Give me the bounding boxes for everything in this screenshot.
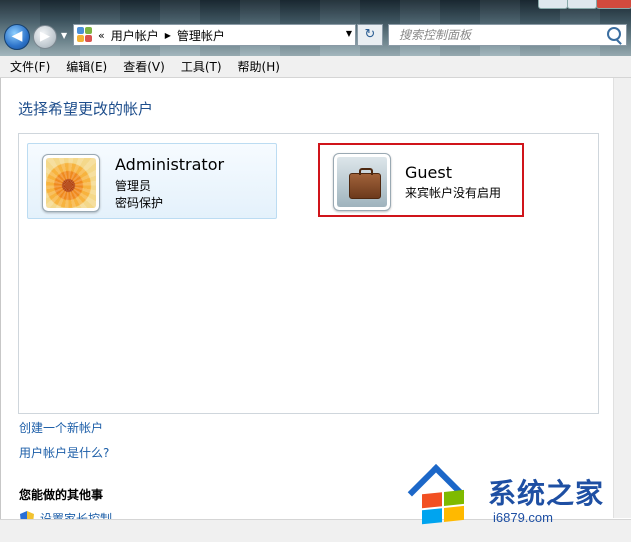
- close-button[interactable]: [596, 0, 631, 9]
- breadcrumb-manage-accounts[interactable]: 管理帐户: [177, 27, 225, 44]
- watermark-title: 系统之家: [488, 477, 605, 510]
- flower-picture-icon: [46, 158, 96, 208]
- control-panel-icon: [77, 27, 93, 43]
- window-titlebar: ◀ ▶ ▼ « 用户帐户 ▶ 管理帐户 ▼ ↻ 搜索控制面板: [0, 0, 631, 56]
- minimize-button[interactable]: [538, 0, 568, 9]
- refresh-icon: ↻: [364, 27, 376, 42]
- breadcrumb-separator-icon[interactable]: ▶: [165, 31, 171, 40]
- address-bar[interactable]: « 用户帐户 ▶ 管理帐户 ▼: [73, 24, 356, 46]
- back-arrow-icon: ◀: [11, 28, 23, 44]
- search-placeholder: 搜索控制面板: [399, 28, 472, 42]
- watermark-url: i6879.com: [493, 510, 553, 525]
- suitcase-picture-icon: [337, 157, 387, 207]
- watermark: 系统之家 i6879.com: [400, 458, 625, 530]
- account-avatar: [333, 153, 391, 211]
- breadcrumb-overflow[interactable]: «: [98, 29, 105, 42]
- menu-bar: 文件(F) 编辑(E) 查看(V) 工具(T) 帮助(H): [0, 56, 631, 78]
- create-account-link[interactable]: 创建一个新帐户: [19, 419, 103, 436]
- search-icon[interactable]: [607, 27, 621, 41]
- forward-button[interactable]: ▶: [33, 25, 57, 49]
- refresh-button[interactable]: ↻: [357, 24, 383, 46]
- account-name: Administrator: [115, 155, 225, 174]
- back-button[interactable]: ◀: [4, 24, 30, 50]
- account-status: 来宾帐户没有启用: [405, 186, 502, 200]
- menu-help[interactable]: 帮助(H): [238, 58, 280, 75]
- search-input[interactable]: 搜索控制面板: [388, 24, 627, 46]
- house-logo-icon: [400, 464, 478, 526]
- account-type: 管理员: [115, 179, 152, 193]
- breadcrumb-user-accounts[interactable]: 用户帐户: [111, 27, 159, 44]
- vertical-scrollbar[interactable]: [613, 78, 631, 518]
- page-title: 选择希望更改的帐户: [18, 100, 154, 118]
- account-tile-administrator[interactable]: Administrator 管理员 密码保护: [27, 143, 277, 219]
- other-tasks-heading: 您能做的其他事: [19, 488, 104, 502]
- recent-pages-dropdown[interactable]: ▼: [61, 31, 67, 40]
- forward-arrow-icon: ▶: [40, 29, 50, 44]
- account-avatar: [42, 154, 100, 212]
- menu-view[interactable]: 查看(V): [123, 58, 165, 75]
- address-dropdown-icon[interactable]: ▼: [346, 29, 352, 38]
- what-is-user-account-link[interactable]: 用户帐户是什么?: [19, 444, 109, 461]
- menu-edit[interactable]: 编辑(E): [66, 58, 107, 75]
- menu-tools[interactable]: 工具(T): [181, 58, 222, 75]
- menu-file[interactable]: 文件(F): [10, 58, 50, 75]
- account-tile-guest[interactable]: Guest 来宾帐户没有启用: [318, 143, 524, 217]
- maximize-button[interactable]: [567, 0, 597, 9]
- account-status: 密码保护: [115, 196, 164, 210]
- account-name: Guest: [405, 163, 452, 182]
